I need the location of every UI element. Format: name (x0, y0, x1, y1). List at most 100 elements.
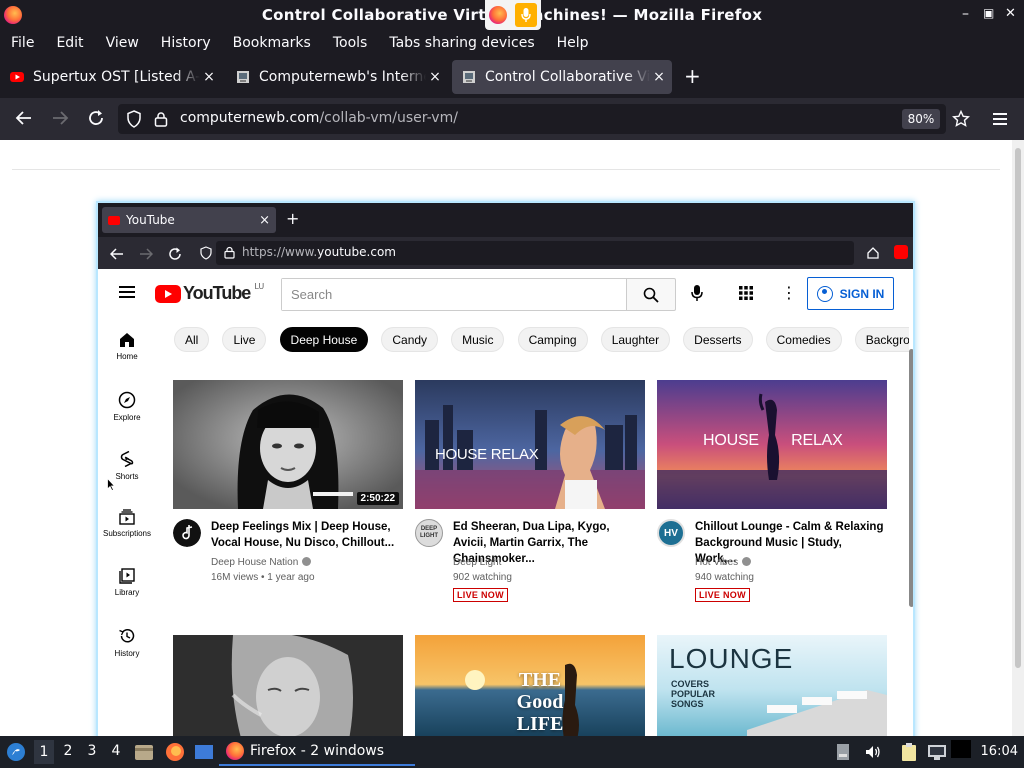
sidebar-item-explore[interactable]: Explore (98, 391, 156, 422)
chip-music[interactable]: Music (451, 327, 505, 352)
show-desktop-icon[interactable] (194, 743, 214, 761)
more-options-icon[interactable]: ⋮ (781, 283, 797, 302)
video-card[interactable]: HOUSE RELAX HV Chillout Lounge - Calm & … (657, 380, 887, 602)
close-window-button[interactable]: ✕ (1005, 6, 1016, 21)
page-scrollbar[interactable] (1012, 140, 1024, 736)
minimize-button[interactable]: – (962, 6, 969, 22)
video-thumbnail[interactable]: HOUSE RELAX (415, 380, 645, 509)
chip-camping[interactable]: Camping (517, 327, 588, 352)
chip-desserts[interactable]: Desserts (683, 327, 753, 352)
sharing-indicator[interactable] (485, 0, 541, 30)
chip-deep-house[interactable]: Deep House (279, 327, 369, 352)
lock-icon[interactable] (154, 111, 168, 127)
menu-help[interactable]: Help (557, 35, 589, 51)
maximize-button[interactable]: ▣ (983, 6, 994, 20)
video-thumbnail[interactable]: 2:50:22 (173, 380, 403, 509)
menu-bookmarks[interactable]: Bookmarks (233, 35, 311, 51)
menu-tabs-sharing-devices[interactable]: Tabs sharing devices (389, 35, 534, 51)
firefox-launcher-icon[interactable] (165, 742, 185, 762)
tab-collab-vm[interactable]: Control Collaborative Virtual Machines × (452, 60, 672, 94)
search-button[interactable] (626, 278, 676, 311)
reload-icon[interactable] (87, 109, 105, 127)
vm-back-arrow-icon[interactable] (110, 248, 124, 260)
video-card[interactable] (173, 635, 403, 736)
apps-grid-icon[interactable] (739, 286, 753, 300)
url-bar[interactable]: computernewb.com/collab-vm/user-vm/ 80% (118, 104, 946, 134)
video-thumbnail[interactable]: LOUNGE COVERS POPULAR SONGS (657, 635, 887, 736)
tab-computernewb[interactable]: Computernewb's Internet × (226, 60, 448, 94)
vm-forward-arrow-icon[interactable] (139, 248, 153, 260)
sidebar-item-subscriptions[interactable]: Subscriptions (98, 509, 156, 538)
app-menu-icon[interactable] (993, 113, 1007, 125)
vm-new-tab-button[interactable]: + (286, 209, 299, 228)
new-tab-button[interactable]: + (684, 64, 701, 88)
workspace-2[interactable]: 2 (58, 743, 78, 759)
workspace-1[interactable]: 1 (34, 740, 54, 764)
sign-in-button[interactable]: SIGN IN (807, 277, 894, 310)
video-card[interactable]: HOUSE RELAX DEEP LIGHT Ed Sheeran, Dua L… (415, 380, 645, 602)
chip-all[interactable]: All (174, 327, 210, 352)
chip-candy[interactable]: Candy (381, 327, 439, 352)
tab-close-icon[interactable]: × (426, 69, 444, 85)
vm-lock-icon[interactable] (224, 246, 235, 259)
vm-home-icon[interactable] (866, 246, 880, 260)
menu-edit[interactable]: Edit (56, 35, 83, 51)
tray-indicator[interactable] (951, 740, 971, 758)
menu-view[interactable]: View (106, 35, 139, 51)
vm-tab-youtube[interactable]: YouTube × (102, 207, 276, 233)
vm-shield-icon[interactable] (200, 246, 212, 260)
sidebar-item-shorts[interactable]: Shorts (98, 450, 156, 481)
channel-name[interactable]: Hot Vibes (695, 557, 752, 568)
hamburger-menu-icon[interactable] (119, 286, 135, 298)
vm-tab-close-icon[interactable]: × (259, 213, 270, 228)
url-text[interactable]: computernewb.com/collab-vm/user-vm/ (180, 110, 458, 126)
channel-name[interactable]: Deep Light (453, 557, 501, 568)
vm-screen[interactable]: YouTube × + https://www.youtube.com YouT… (96, 201, 915, 736)
sidebar-item-history[interactable]: History (98, 627, 156, 658)
search-box[interactable] (281, 278, 627, 311)
video-thumbnail[interactable]: THE Good LIFE (415, 635, 645, 736)
youtube-scrollbar-thumb[interactable] (909, 349, 913, 607)
vm-url-text[interactable]: https://www.youtube.com (242, 245, 396, 259)
clock[interactable]: 16:04 (981, 744, 1018, 759)
menu-tools[interactable]: Tools (333, 35, 368, 51)
sidebar-item-library[interactable]: Library (98, 568, 156, 597)
vm-youtube-extension-icon[interactable] (894, 245, 908, 259)
channel-avatar-deep-light[interactable]: DEEP LIGHT (415, 519, 443, 547)
clipboard-icon[interactable] (900, 742, 918, 762)
sidebar-item-home[interactable]: Home (98, 332, 156, 361)
tab-supertux[interactable]: Supertux OST [Listed A-Z] × (0, 60, 222, 94)
file-manager-icon[interactable] (134, 743, 154, 761)
scrollbar-thumb[interactable] (1015, 148, 1021, 668)
zoom-level-badge[interactable]: 80% (902, 109, 940, 129)
video-thumbnail[interactable]: HOUSE RELAX (657, 380, 887, 509)
video-card[interactable]: 2:50:22 Deep Feelings Mix | Deep House, … (173, 380, 403, 599)
back-arrow-icon[interactable] (15, 110, 33, 126)
search-input[interactable] (282, 279, 627, 310)
channel-name[interactable]: Deep House Nation (211, 557, 312, 568)
tab-close-icon[interactable]: × (200, 69, 218, 85)
voice-search-mic-icon[interactable] (691, 284, 703, 302)
vm-reload-icon[interactable] (168, 247, 182, 261)
video-card[interactable]: THE Good LIFE (415, 635, 645, 736)
vm-url-bar[interactable]: https://www.youtube.com (200, 241, 854, 265)
network-icon[interactable] (927, 743, 947, 761)
storage-tray-icon[interactable] (836, 743, 850, 761)
youtube-logo[interactable]: YouTube LU (155, 282, 264, 304)
start-menu-icon[interactable] (6, 742, 26, 762)
chip-laughter[interactable]: Laughter (600, 327, 671, 352)
chip-background-music[interactable]: Background music (854, 327, 909, 352)
video-thumbnail[interactable] (173, 635, 403, 736)
shield-icon[interactable] (127, 110, 141, 128)
forward-arrow-icon[interactable] (51, 110, 69, 126)
bookmark-star-icon[interactable] (952, 110, 970, 128)
menu-history[interactable]: History (161, 35, 211, 51)
menu-file[interactable]: File (11, 35, 34, 51)
video-card[interactable]: LOUNGE COVERS POPULAR SONGS (657, 635, 887, 736)
workspace-3[interactable]: 3 (82, 743, 102, 759)
chip-comedies[interactable]: Comedies (765, 327, 842, 352)
tab-close-icon[interactable]: × (650, 69, 668, 85)
volume-icon[interactable] (864, 743, 882, 761)
channel-avatar-deep-house-nation[interactable] (173, 519, 201, 547)
taskbar-firefox-windows[interactable]: Firefox - 2 windows (219, 738, 415, 766)
